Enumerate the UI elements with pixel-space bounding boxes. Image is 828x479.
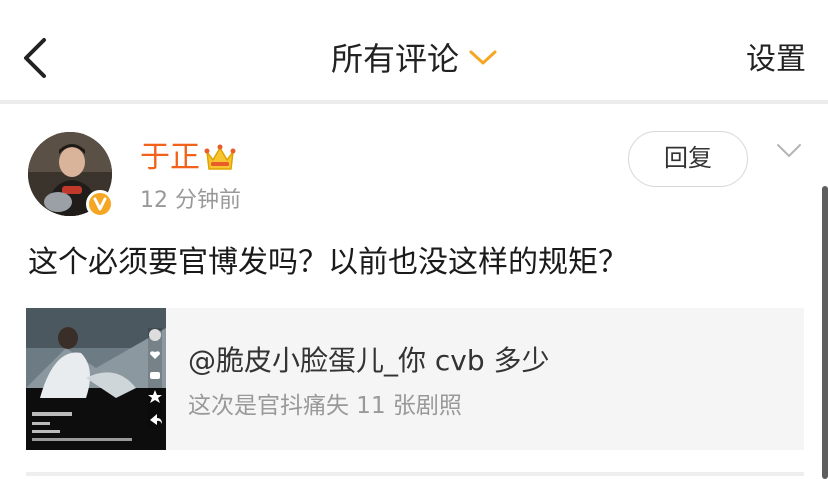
divider <box>0 100 828 104</box>
comment-text: 这个必须要官博发吗？以前也没这样的规矩？ <box>28 245 628 280</box>
quoted-post-title: @脆皮小脸蛋儿_你 cvb 多少 <box>188 344 550 377</box>
reply-button[interactable]: 回复 <box>628 131 748 187</box>
comment-timestamp: 12 分钟前 <box>140 188 241 213</box>
quoted-post-card[interactable]: @脆皮小脸蛋儿_你 cvb 多少 这次是官抖痛失 11 张剧照 <box>26 308 804 450</box>
top-nav-bar: 所有评论 设置 <box>0 0 828 100</box>
page-title-dropdown[interactable]: 所有评论 <box>0 38 828 80</box>
chevron-down-icon <box>469 50 497 65</box>
quoted-post-subtitle: 这次是官抖痛失 11 张剧照 <box>188 393 462 419</box>
page-title: 所有评论 <box>330 40 459 78</box>
verified-badge-icon <box>86 190 114 218</box>
scrollbar[interactable] <box>822 186 828 479</box>
video-thumbnail <box>26 308 166 450</box>
crown-icon <box>204 144 236 170</box>
username[interactable]: 于正 <box>140 138 200 178</box>
more-options-icon[interactable] <box>776 142 802 160</box>
divider <box>26 472 804 476</box>
settings-button[interactable]: 设置 <box>746 40 806 80</box>
